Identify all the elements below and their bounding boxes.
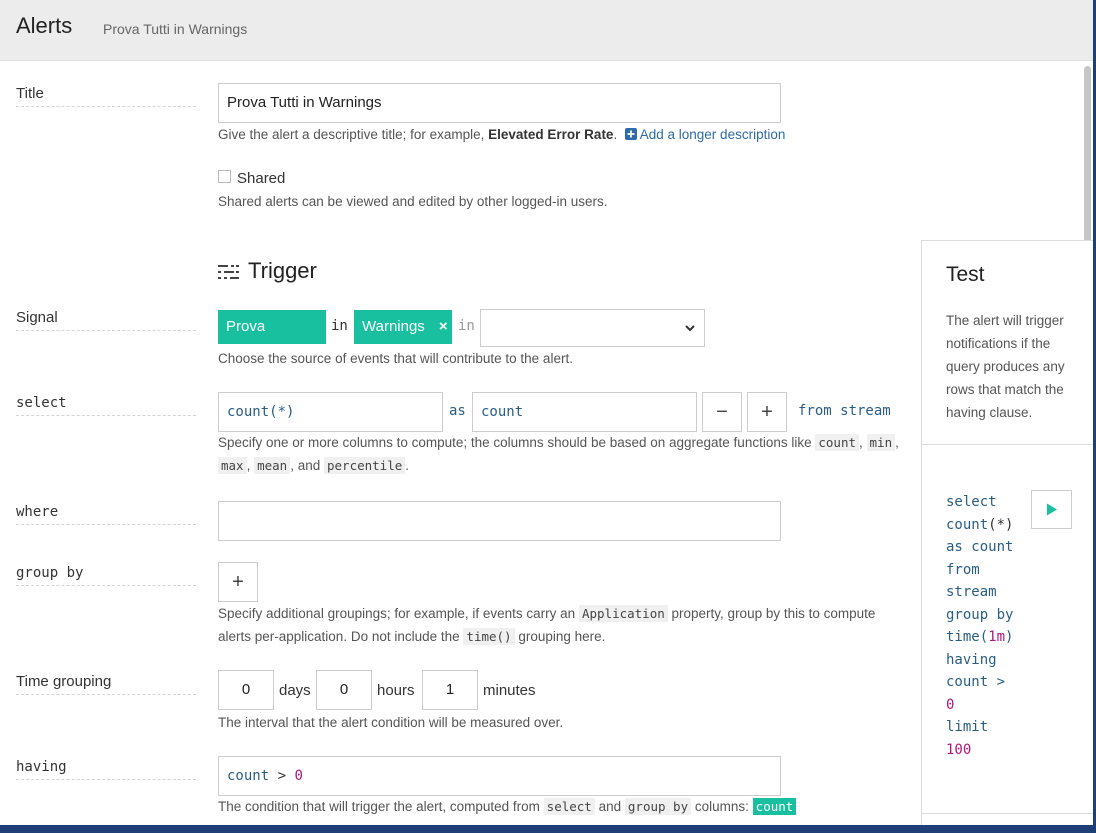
select-alias-input[interactable]: count — [472, 392, 697, 432]
plus-square-icon — [624, 128, 637, 140]
days-unit: days — [279, 682, 311, 699]
title-help: Give the alert a descriptive title; for … — [218, 127, 786, 142]
add-column-button[interactable]: + — [747, 392, 787, 432]
test-panel: Test The alert will trigger notification… — [921, 240, 1093, 825]
minutes-input[interactable]: 1 — [422, 670, 478, 710]
days-input[interactable]: 0 — [218, 670, 274, 710]
hours-input[interactable]: 0 — [316, 670, 372, 710]
time-grouping-help: The interval that the alert condition wi… — [218, 715, 564, 730]
chevron-down-icon — [685, 325, 695, 332]
query-preview: select count(*) as count from stream gro… — [946, 494, 1014, 758]
remove-tag-icon[interactable]: × — [439, 318, 448, 335]
shared-label: Shared — [237, 170, 286, 187]
select-label: select — [16, 395, 196, 416]
test-panel-title: Test — [946, 263, 985, 286]
title-input[interactable]: Prova Tutti in Warnings — [218, 83, 781, 123]
shared-checkbox[interactable] — [218, 170, 231, 183]
signal-source-select[interactable] — [480, 309, 705, 347]
signal-tag-prova-tutti[interactable]: Prova Tutti × — [218, 310, 326, 369]
play-icon — [1047, 503, 1057, 516]
page-title: Alerts — [16, 13, 73, 38]
add-grouping-button[interactable]: + — [218, 562, 258, 602]
select-expression-input[interactable]: count(*) — [218, 392, 443, 432]
having-label: having — [16, 759, 196, 780]
select-as-keyword: as — [449, 403, 466, 419]
where-input[interactable] — [218, 501, 781, 541]
group-by-help: Specify additional groupings; for exampl… — [218, 605, 876, 645]
where-label: where — [16, 504, 196, 525]
test-panel-description: The alert will trigger notifications if … — [946, 313, 1065, 420]
title-label: Title — [16, 85, 196, 107]
signal-in-keyword-2: in — [458, 318, 475, 334]
select-help: Specify one or more columns to compute; … — [218, 434, 899, 474]
from-stream-text: from stream — [798, 403, 891, 419]
run-test-button[interactable] — [1031, 490, 1072, 529]
test-panel-divider-bottom — [922, 813, 1093, 814]
time-grouping-label: Time grouping — [16, 673, 196, 695]
signal-tag-warnings[interactable]: Warnings × — [354, 310, 452, 344]
hours-unit: hours — [377, 682, 415, 699]
trigger-heading: Trigger — [218, 258, 317, 284]
remove-column-button[interactable]: − — [702, 392, 742, 432]
trigger-icon — [218, 265, 239, 280]
having-help: The condition that will trigger the aler… — [218, 795, 797, 818]
test-panel-divider — [922, 444, 1093, 445]
alert-editor-window: Alerts Prova Tutti in Warnings Title Pro… — [0, 0, 1093, 825]
page-header: Alerts Prova Tutti in Warnings — [0, 0, 1093, 61]
signal-in-keyword: in — [331, 318, 348, 334]
having-input[interactable]: count > 0 — [218, 756, 781, 796]
signal-label: Signal — [16, 309, 196, 331]
group-by-label: group by — [16, 565, 196, 586]
minutes-unit: minutes — [483, 682, 536, 699]
shared-help: Shared alerts can be viewed and edited b… — [218, 194, 608, 209]
page-subtitle: Prova Tutti in Warnings — [103, 21, 248, 37]
add-description-link[interactable]: Add a longer description — [624, 127, 785, 142]
signal-help: Choose the source of events that will co… — [218, 351, 573, 366]
